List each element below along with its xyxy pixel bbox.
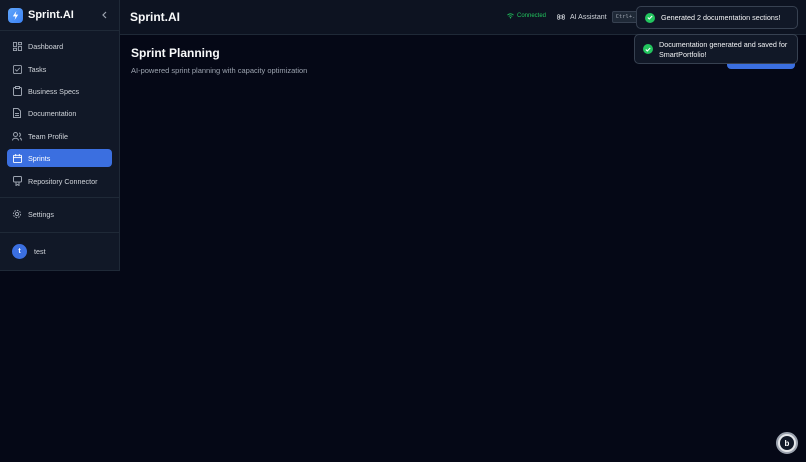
connection-status: Connected [507, 13, 546, 19]
wifi-icon [507, 13, 514, 19]
calendar-icon [12, 153, 22, 163]
sidebar-item-documentation[interactable]: Documentation [7, 104, 112, 122]
sidebar-divider [0, 197, 120, 198]
chevron-left-icon [102, 11, 107, 19]
sidebar-divider [0, 30, 120, 31]
sidebar-item-label: Sprints [28, 153, 51, 163]
lightning-logo-icon [8, 7, 23, 23]
sidebar-item-label: Repository Connector [28, 176, 98, 186]
badge-logo-icon: b [780, 436, 794, 450]
dashboard-icon [12, 41, 22, 51]
toast-message: Documentation generated and saved for Sm… [659, 40, 788, 59]
sidebar-item-settings[interactable]: Settings [7, 205, 112, 223]
clipboard-icon [12, 86, 22, 96]
gear-icon [12, 209, 22, 219]
sidebar-item-label: Settings [28, 209, 54, 219]
brand-name: Sprint.AI [28, 9, 74, 21]
sidebar-item-label: Team Profile [28, 131, 68, 141]
sidebar-item-label: Dashboard [28, 41, 64, 51]
sidebar-item-label: Documentation [28, 108, 77, 118]
command-icon [557, 14, 565, 20]
page-subtitle: AI-powered sprint planning with capacity… [131, 66, 308, 75]
sidebar-item-tasks[interactable]: Tasks [7, 60, 112, 78]
sidebar-item-repository-connector[interactable]: Repository Connector [7, 172, 112, 190]
brand[interactable]: Sprint.AI [8, 7, 74, 23]
ai-assistant-button[interactable]: AI Assistant Ctrl+. [557, 11, 640, 23]
user-name: test [34, 247, 46, 256]
sidebar-item-sprints[interactable]: Sprints [7, 149, 112, 167]
user-menu[interactable]: t test [12, 244, 46, 259]
avatar: t [12, 244, 27, 259]
check-circle-icon [643, 44, 653, 54]
tasks-icon [12, 64, 22, 74]
page-title: Sprint Planning [131, 46, 220, 60]
sidebar: Sprint.AI Dashboard Tasks Business Specs… [0, 0, 120, 271]
sidebar-item-label: Business Specs [28, 86, 80, 96]
team-icon [12, 131, 22, 141]
header-title: Sprint.AI [130, 10, 180, 24]
toast-notification[interactable]: Documentation generated and saved for Sm… [634, 34, 798, 64]
git-icon [12, 176, 22, 186]
toast-notification[interactable]: Generated 2 documentation sections! [636, 6, 798, 29]
sidebar-item-label: Tasks [28, 64, 47, 74]
sidebar-divider [0, 232, 120, 233]
ai-assistant-label: AI Assistant [570, 13, 607, 21]
sidebar-item-business-specs[interactable]: Business Specs [7, 82, 112, 100]
check-circle-icon [645, 12, 655, 23]
collapse-sidebar-button[interactable] [99, 9, 109, 21]
sidebar-item-dashboard[interactable]: Dashboard [7, 37, 112, 55]
document-icon [12, 108, 22, 118]
toast-message: Generated 2 documentation sections! [661, 12, 781, 22]
sidebar-item-team-profile[interactable]: Team Profile [7, 127, 112, 145]
connection-label: Connected [517, 13, 547, 19]
floating-badge-button[interactable]: b [776, 432, 798, 454]
